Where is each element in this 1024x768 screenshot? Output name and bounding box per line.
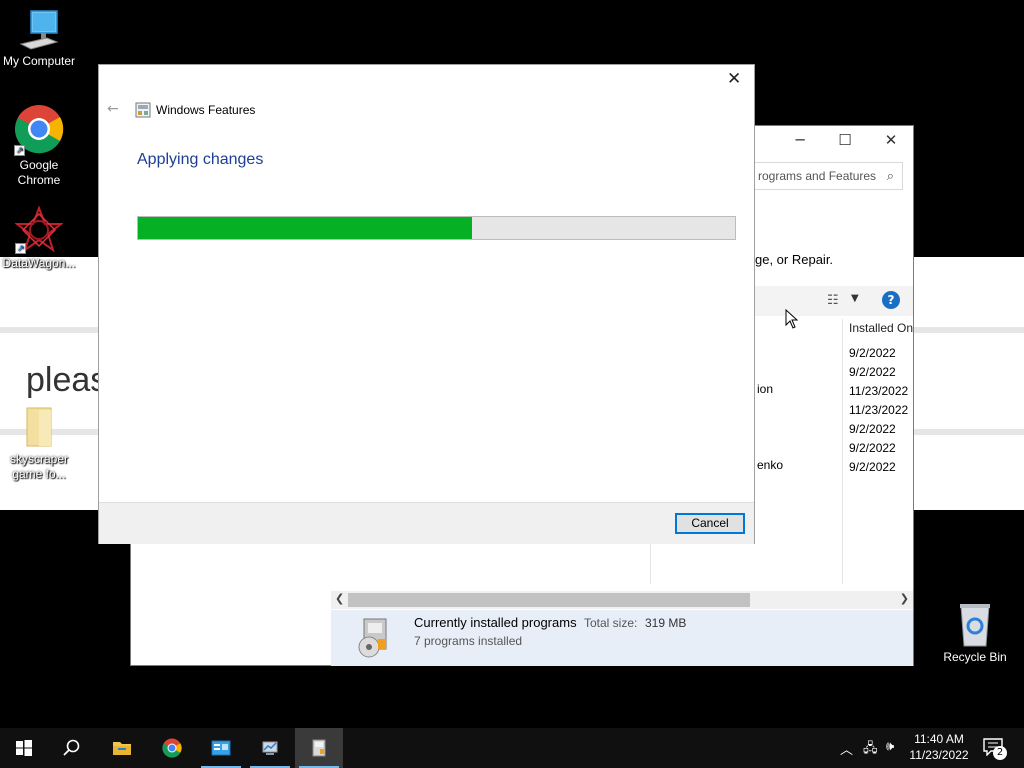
show-hidden-icons-chevron-icon[interactable]: ︿: [840, 739, 853, 758]
scrollbar-thumb[interactable]: [348, 593, 750, 607]
table-cell-date[interactable]: 11/23/2022: [849, 401, 908, 420]
search-input[interactable]: rograms and Features ⌕: [751, 162, 903, 190]
program-count: 7 programs installed: [414, 634, 523, 648]
toolbar: ☷ ▼ ?: [755, 286, 913, 316]
desktop-icon-recycle-bin[interactable]: Recycle Bin: [936, 602, 1014, 665]
maximize-button[interactable]: ☐: [830, 131, 860, 149]
scroll-left-icon[interactable]: ❮: [335, 592, 344, 605]
view-options-icon[interactable]: ☷: [827, 293, 839, 308]
programs-and-features-icon: [312, 739, 326, 757]
column-header-installed-on[interactable]: Installed On: [849, 321, 913, 335]
search-button[interactable]: [48, 728, 96, 768]
start-button[interactable]: [0, 728, 48, 768]
installed-programs-icon: [356, 617, 392, 659]
chevron-down-icon[interactable]: ▼: [851, 293, 859, 304]
folder-icon: [113, 742, 131, 755]
taskbar-system-app[interactable]: [246, 728, 294, 768]
progress-bar-fill: [138, 217, 473, 239]
total-size-value: 319 MB: [645, 616, 687, 630]
search-icon[interactable]: ⌕: [887, 168, 894, 184]
column-divider: [842, 319, 843, 584]
table-cell-date[interactable]: 9/2/2022: [849, 458, 908, 477]
cancel-button[interactable]: Cancel: [675, 513, 745, 534]
dialog-title: Windows Features: [156, 103, 256, 117]
search-placeholder: rograms and Features: [758, 169, 877, 183]
windows-features-dialog: ✕ ← Windows Features Applying changes Ca…: [98, 64, 755, 544]
notification-count-badge: 2: [993, 746, 1007, 760]
volume-icon[interactable]: 🕪: [886, 739, 894, 754]
table-cell-date[interactable]: 9/2/2022: [849, 420, 908, 439]
windows-logo-icon: [16, 740, 32, 756]
installed-dates-column: 9/2/2022 9/2/2022 11/23/2022 11/23/2022 …: [849, 344, 908, 477]
table-cell-name[interactable]: ion: [757, 382, 773, 396]
desktop-icon-label: skyscraper game fo...: [9, 452, 68, 481]
scroll-right-icon[interactable]: ❯: [900, 592, 909, 605]
desktop-icon-label: Google Chrome: [17, 158, 61, 187]
control-panel-icon: [211, 740, 231, 756]
desktop-icon-datawagon[interactable]: ↗ DataWagon...: [0, 205, 78, 271]
horizontal-scrollbar[interactable]: ❮ ❯: [331, 591, 913, 609]
webpage-heading-text: pleas: [26, 361, 108, 399]
status-title: Currently installed programs: [414, 615, 577, 630]
desktop-icon-skyscraper-folder[interactable]: skyscraper game fo...: [0, 404, 78, 482]
table-cell-date[interactable]: 9/2/2022: [849, 363, 908, 382]
status-bar: Currently installed programs Total size:…: [331, 610, 913, 666]
progress-bar: [137, 216, 736, 240]
desktop-icon-my-computer[interactable]: My Computer: [0, 8, 78, 69]
shortcut-arrow-icon: ↗: [15, 243, 26, 254]
network-icon[interactable]: 🖧: [863, 739, 878, 761]
datawagon-icon: ↗: [14, 205, 64, 254]
recycle-bin-icon: [955, 602, 995, 648]
taskbar: ︿ 🖧 🕪 11:40 AM 11/23/2022 2: [0, 728, 1024, 768]
action-center-button[interactable]: 2: [983, 738, 1007, 760]
table-cell-date[interactable]: 9/2/2022: [849, 439, 908, 458]
clock-time: 11:40 AM: [914, 732, 964, 746]
table-cell-date[interactable]: 9/2/2022: [849, 344, 908, 363]
chrome-icon: [162, 738, 182, 758]
desktop-icon-label: Recycle Bin: [943, 650, 1007, 664]
clock-date: 11/23/2022: [909, 748, 969, 762]
taskbar-file-explorer[interactable]: [98, 728, 146, 768]
table-cell-name[interactable]: enko: [757, 458, 783, 472]
table-cell-date[interactable]: 11/23/2022: [849, 382, 908, 401]
desktop-icon-label: DataWagon...: [2, 256, 76, 270]
system-tool-icon: [262, 741, 278, 755]
folder-icon: [19, 404, 59, 450]
chrome-icon: ↗: [14, 104, 64, 156]
search-icon: [63, 739, 80, 756]
total-size-label: Total size:: [584, 616, 638, 630]
taskbar-control-panel[interactable]: [197, 728, 245, 768]
computer-icon: [17, 8, 61, 52]
taskbar-clock[interactable]: 11:40 AM 11/23/2022: [904, 731, 974, 763]
close-button[interactable]: ✕: [876, 131, 906, 149]
back-arrow-icon[interactable]: ←: [107, 101, 119, 117]
description-text: ge, or Repair.: [755, 252, 834, 267]
windows-features-icon: [135, 102, 151, 118]
dialog-footer: Cancel: [99, 502, 754, 544]
dialog-heading: Applying changes: [137, 151, 264, 168]
desktop-icon-label: My Computer: [2, 54, 76, 68]
mouse-cursor-icon: [785, 309, 799, 329]
desktop-icon-google-chrome[interactable]: ↗ Google Chrome: [0, 104, 78, 188]
taskbar-google-chrome[interactable]: [148, 728, 196, 768]
help-icon[interactable]: ?: [882, 291, 900, 309]
minimize-button[interactable]: ─: [785, 131, 815, 149]
close-icon[interactable]: ✕: [727, 69, 741, 89]
taskbar-programs-and-features[interactable]: [295, 728, 343, 768]
shortcut-arrow-icon: ↗: [14, 145, 25, 156]
